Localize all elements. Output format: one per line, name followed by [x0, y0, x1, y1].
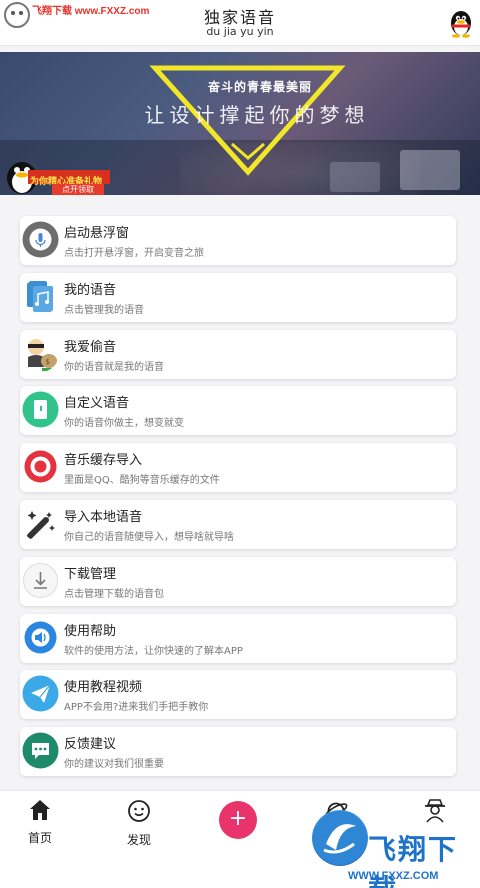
- watermark-bottom: 飞翔下载 WWW.FXXZ.COM: [312, 804, 480, 888]
- music-cache-icon: [24, 450, 57, 483]
- item-desc: 你的建议对我们很重要: [64, 759, 164, 771]
- watermark-logo-icon: [312, 810, 368, 866]
- item-desc: 你的语音就是我的语音: [64, 361, 164, 373]
- list-item-steal-voice[interactable]: $ 我爱偷音 你的语音就是我的语音: [20, 329, 456, 379]
- promo-banner[interactable]: 奋斗的青春最美丽 让设计撑起你的梦想 为你精心准备礼物 点开领取: [0, 52, 480, 195]
- item-desc: 点击管理下载的语音包: [64, 588, 164, 600]
- item-title: 使用帮助: [64, 623, 117, 639]
- item-title: 启动悬浮窗: [64, 226, 130, 241]
- list-item-help[interactable]: 使用帮助 软件的使用方法，让你快速的了解本APP: [20, 613, 456, 663]
- download-icon: [23, 562, 58, 598]
- feedback-icon: [22, 732, 59, 769]
- magic-wand-icon: [27, 510, 55, 539]
- promo-claim-button[interactable]: 点开领取: [52, 184, 104, 195]
- list-item-my-voice[interactable]: 我的语音 点击管理我的语音: [20, 272, 456, 322]
- watermark-url: WWW.FXXZ.COM: [348, 870, 439, 882]
- item-title: 下载管理: [64, 566, 117, 582]
- microphone-icon: [22, 221, 59, 258]
- item-title: 我的语音: [64, 282, 117, 298]
- help-speaker-icon: [24, 621, 57, 654]
- paper-plane-icon: [22, 675, 59, 712]
- item-desc: 里面是QQ、酷狗等音乐缓存的文件: [64, 475, 220, 487]
- tab-home[interactable]: 首页: [10, 799, 70, 846]
- feature-list: 启动悬浮窗 点击打开悬浮窗，开启变音之旅 我的语音 点击管理我的语音 $ 我爱偷…: [20, 216, 456, 784]
- item-desc: 点击管理我的语音: [64, 304, 144, 316]
- tab-home-label: 首页: [27, 831, 52, 845]
- list-item-download-manager[interactable]: 下载管理 点击管理下载的语音包: [20, 556, 456, 606]
- item-desc: 你自己的语音随便导入，想导啥就导啥: [64, 531, 234, 543]
- banner-headline: 让设计撑起你的梦想: [144, 103, 370, 127]
- page-subtitle: du jia yu yin: [206, 25, 274, 38]
- item-title: 自定义语音: [64, 396, 130, 412]
- list-item-floating-window[interactable]: 启动悬浮窗 点击打开悬浮窗，开启变音之旅: [20, 216, 456, 265]
- thief-icon: $: [28, 338, 57, 371]
- svg-text:$: $: [46, 358, 50, 366]
- item-desc: 点击打开悬浮窗，开启变音之旅: [64, 248, 204, 259]
- list-item-custom-voice[interactable]: 自定义语音 你的语音你做主，想变就变: [20, 386, 456, 436]
- item-title: 反馈建议: [64, 737, 117, 753]
- list-item-tutorial-video[interactable]: 使用教程视频 APP不会用?进来我们手把手教你: [20, 670, 456, 720]
- item-title: 导入本地语音: [64, 509, 143, 525]
- item-desc: 你的语音你做主，想变就变: [64, 418, 184, 430]
- qq-penguin-icon[interactable]: [448, 8, 474, 38]
- item-title: 音乐缓存导入: [64, 453, 143, 469]
- item-title: 我爱偷音: [64, 339, 117, 355]
- add-button[interactable]: +: [219, 801, 257, 839]
- list-item-feedback[interactable]: 反馈建议 你的建议对我们很重要: [20, 727, 456, 777]
- banner-slogan: 奋斗的青春最美丽: [207, 80, 312, 94]
- home-icon: [30, 800, 50, 820]
- list-item-music-cache[interactable]: 音乐缓存导入 里面是QQ、酷狗等音乐缓存的文件: [20, 443, 456, 493]
- audio-file-icon: [27, 280, 53, 312]
- tab-discover[interactable]: 发现: [109, 799, 169, 848]
- item-desc: APP不会用?进来我们手把手教你: [64, 702, 209, 714]
- list-item-import-local[interactable]: 导入本地语音 你自己的语音随便导入，想导啥就导啥: [20, 499, 456, 549]
- item-desc: 软件的使用方法，让你快速的了解本APP: [64, 645, 243, 657]
- app-header: 飞翔下载 www.FXXZ.com 独家语音 du jia yu yin: [0, 0, 480, 46]
- smiley-icon: [128, 800, 150, 822]
- item-title: 使用教程视频: [64, 680, 143, 696]
- tab-discover-label: 发现: [126, 833, 151, 847]
- custom-voice-icon: [22, 391, 59, 428]
